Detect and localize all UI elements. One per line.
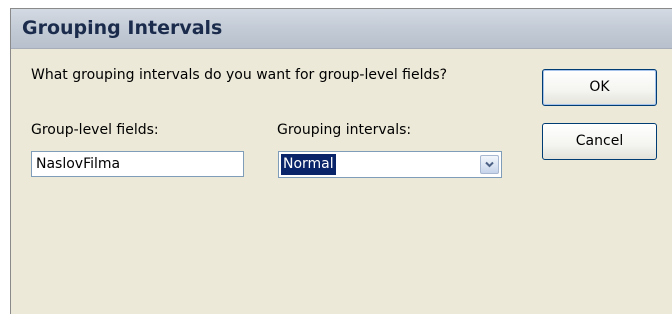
- title-bar[interactable]: Grouping Intervals: [11, 9, 672, 49]
- grouping-intervals-dialog: Grouping Intervals What grouping interva…: [10, 8, 672, 314]
- dropdown-button[interactable]: [480, 155, 499, 174]
- grouping-intervals-label: Grouping intervals:: [277, 122, 412, 138]
- dialog-title: Grouping Intervals: [22, 17, 223, 39]
- cancel-button[interactable]: Cancel: [542, 123, 657, 160]
- grouping-intervals-select[interactable]: Normal: [278, 151, 502, 178]
- group-level-field-item[interactable]: NaslovFilma: [31, 151, 244, 177]
- ok-button[interactable]: OK: [542, 69, 657, 106]
- grouping-intervals-selected-value: Normal: [280, 153, 337, 176]
- group-level-fields-label: Group-level fields:: [31, 122, 159, 138]
- chevron-down-icon: [485, 161, 494, 168]
- prompt-text: What grouping intervals do you want for …: [31, 67, 448, 83]
